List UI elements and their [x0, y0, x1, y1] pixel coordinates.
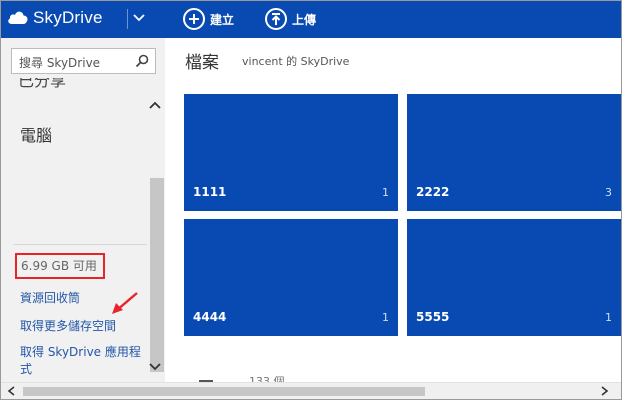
chevron-left-icon[interactable]	[7, 386, 15, 396]
file-item-peek: 133 個	[249, 375, 285, 382]
create-label: 建立	[210, 12, 235, 27]
cloud-icon	[8, 11, 28, 24]
divider	[13, 244, 147, 245]
sidebar: 搜尋 SkyDrive 已分享 電腦 6.99 GB 可用 資源回收筒 取得更多…	[1, 38, 165, 382]
window-frame: SkyDrive 建立 上傳 搜尋 SkyDrive 已分享 電腦 6.99 G…	[0, 0, 622, 400]
folder-name: 1111	[193, 185, 227, 199]
recycle-bin-link[interactable]: 資源回收筒	[20, 289, 80, 306]
sidebar-item-pc[interactable]: 電腦	[20, 122, 52, 146]
chevron-right-icon[interactable]	[601, 386, 609, 396]
breadcrumb[interactable]: vincent 的 SkyDrive	[242, 53, 349, 69]
scrollbar-thumb[interactable]	[23, 387, 425, 396]
create-button[interactable]: 建立	[183, 7, 234, 31]
horizontal-scrollbar[interactable]	[1, 382, 621, 399]
folder-count: 1	[605, 311, 612, 324]
get-more-storage-link[interactable]: 取得更多儲存空間	[20, 317, 116, 334]
plus-circle-icon	[183, 8, 205, 30]
brand-separator	[127, 9, 128, 29]
folder-name: 4444	[193, 310, 227, 324]
storage-available: 6.99 GB 可用	[15, 253, 105, 279]
folder-count: 1	[382, 186, 389, 199]
upload-circle-icon	[265, 8, 287, 30]
folder-tile[interactable]: 2222 3	[407, 94, 621, 211]
folder-name: 2222	[416, 185, 450, 199]
search-input[interactable]: 搜尋 SkyDrive	[11, 48, 156, 74]
chevron-up-icon[interactable]	[149, 100, 161, 110]
brand-name[interactable]: SkyDrive	[33, 8, 103, 28]
sidebar-item-shared[interactable]: 已分享	[18, 78, 66, 92]
folder-tile[interactable]: 4444 1	[184, 219, 398, 336]
sidebar-scrollbar[interactable]	[150, 178, 164, 372]
folder-tile[interactable]: 1111 1	[184, 94, 398, 211]
folder-count: 3	[605, 186, 612, 199]
folder-count: 1	[382, 311, 389, 324]
get-apps-link-continued[interactable]: 式	[20, 360, 32, 377]
page-title: 檔案	[185, 53, 219, 73]
search-placeholder: 搜尋 SkyDrive	[19, 56, 101, 70]
folder-tile[interactable]: 5555 1	[407, 219, 621, 336]
chevron-down-icon[interactable]	[133, 13, 145, 23]
annotation-arrow-icon	[112, 292, 138, 314]
get-apps-link[interactable]: 取得 SkyDrive 應用程	[20, 343, 141, 360]
sidebar-item-shared-label: 已分享	[18, 78, 67, 90]
search-icon[interactable]	[135, 54, 149, 68]
main-content: 檔案 vincent 的 SkyDrive 1111 1 2222 3 4444…	[165, 38, 621, 382]
chevron-down-icon[interactable]	[149, 362, 161, 372]
top-bar: SkyDrive 建立 上傳	[1, 1, 621, 38]
upload-button[interactable]: 上傳	[265, 7, 316, 31]
folder-name: 5555	[416, 310, 450, 324]
upload-label: 上傳	[292, 12, 317, 27]
